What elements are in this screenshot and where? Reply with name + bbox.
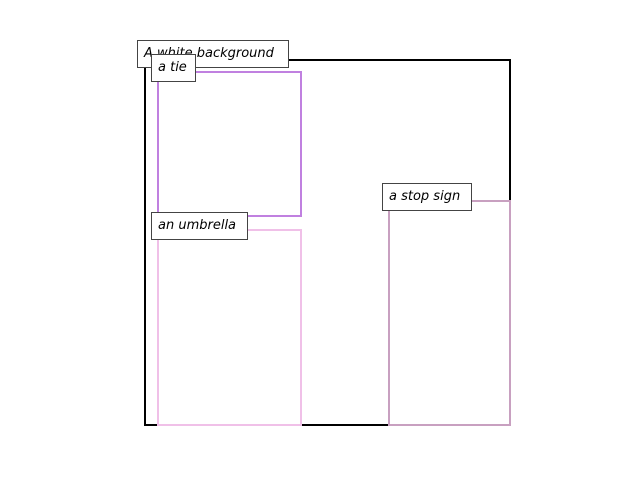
- umbrella-region-box: [157, 229, 302, 426]
- umbrella-caption: an umbrella: [151, 212, 248, 240]
- stop-sign-caption: a stop sign: [382, 183, 472, 211]
- tie-region-box: [157, 71, 302, 217]
- tie-caption: a tie: [151, 54, 196, 82]
- stop-sign-region-box: [388, 200, 511, 426]
